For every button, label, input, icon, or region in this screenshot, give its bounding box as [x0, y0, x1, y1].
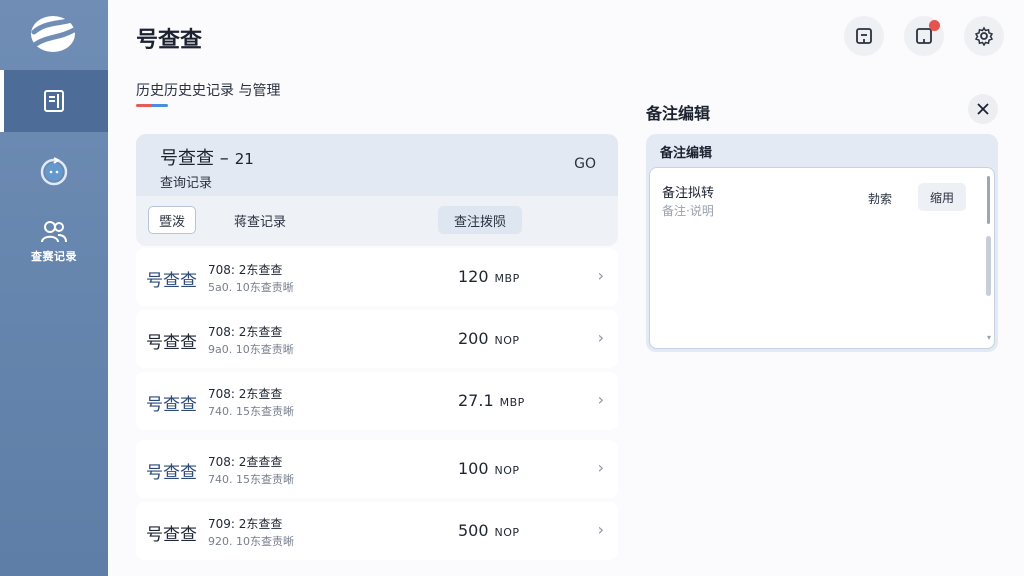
- chevron-right-icon: ›: [597, 458, 604, 477]
- row-value-unit: MBP: [494, 272, 520, 285]
- notes-panel-header: 备注编辑: [660, 146, 713, 161]
- row-value-unit: MBP: [499, 396, 525, 409]
- notes-toggle-button[interactable]: 缩用: [918, 183, 967, 211]
- notes-title: 备注编辑: [646, 104, 711, 123]
- row-name: 号查查: [146, 271, 197, 291]
- row-line2: 5a0. 10东查责晰: [208, 281, 294, 294]
- row-value-unit: NOP: [494, 334, 520, 347]
- settings-button[interactable]: [964, 16, 1004, 56]
- sidebar-item-history[interactable]: [0, 140, 108, 202]
- row-value: 100 NOP: [458, 459, 520, 478]
- row-value-number: 100: [458, 459, 489, 478]
- list-item[interactable]: 号查查 709: 2东查查 920. 10东查责晰 500 NOP ›: [136, 502, 618, 560]
- list-item[interactable]: 号查查 708: 2东查查 9a0. 10东查责晰 200 NOP ›: [136, 310, 618, 368]
- row-line2: 740. 15东查责晰: [208, 405, 294, 418]
- row-value: 120 MBP: [458, 267, 520, 286]
- settings-icon: [974, 26, 994, 46]
- row-line2: 920. 10东查责晰: [208, 535, 294, 548]
- row-name: 号查查: [146, 333, 197, 353]
- query-tools: 暨泼 蒋查记录 查注拨陨: [148, 206, 608, 236]
- query-title-text: 号查查 –: [160, 148, 229, 169]
- row-value-number: 200: [458, 329, 489, 348]
- close-button[interactable]: [968, 94, 998, 124]
- scrollbar-thumb[interactable]: [986, 236, 991, 296]
- notification-button[interactable]: [904, 16, 944, 56]
- tool-button-notes[interactable]: 查注拨陨: [438, 206, 523, 234]
- refresh-clock-icon: [40, 157, 68, 186]
- query-subtitle: 查询记录: [160, 176, 213, 191]
- notes-textarea[interactable]: 备注拟转 备注·说明 勃索 缩用 ▾: [649, 167, 995, 349]
- list-item[interactable]: 号查查 708: 2东查查 740. 15东查责晰 27.1 MBP ›: [136, 372, 618, 430]
- message-button[interactable]: [844, 16, 884, 56]
- row-line2: 9a0. 10东查责晰: [208, 343, 294, 356]
- row-line1: 708: 2查查查: [208, 455, 283, 469]
- notification-badge: [929, 20, 940, 31]
- row-line1: 709: 2东查查: [208, 517, 283, 531]
- row-value-number: 27.1: [458, 391, 494, 410]
- row-line1: 708: 2东查查: [208, 387, 283, 401]
- top-toolbar: [844, 16, 1004, 56]
- row-value: 200 NOP: [458, 329, 520, 348]
- go-button[interactable]: GO: [574, 156, 596, 172]
- notes-placeholder: 备注·说明: [662, 204, 714, 218]
- tool-button-records[interactable]: 蒋查记录: [224, 206, 296, 234]
- close-icon: [977, 103, 989, 115]
- list-item[interactable]: 号查查 708: 2东查查 5a0. 10东查责晰 120 MBP ›: [136, 248, 618, 306]
- query-card-header: 号查查 – 21 查询记录 GO: [136, 134, 618, 196]
- row-value: 500 NOP: [458, 521, 520, 540]
- query-card: 号查查 – 21 查询记录 GO 暨泼 蒋查记录 查注拨陨: [136, 134, 618, 246]
- scroll-down-icon[interactable]: ▾: [987, 333, 991, 342]
- sidebar-item-label: 查赛记录: [31, 250, 77, 263]
- notes-label: 备注拟转: [662, 186, 715, 201]
- sidebar-item-records[interactable]: [0, 70, 108, 132]
- row-value-unit: NOP: [494, 526, 520, 539]
- notes-panel: 备注编辑 备注拟转 备注·说明 勃索 缩用 ▾: [646, 134, 998, 352]
- query-title: 号查查 – 21: [160, 144, 254, 170]
- row-name: 号查查: [146, 395, 197, 415]
- document-icon: [44, 90, 64, 112]
- page-title: 号查查: [136, 28, 203, 53]
- chevron-right-icon: ›: [597, 328, 604, 347]
- row-value-number: 500: [458, 521, 489, 540]
- users-icon: [41, 221, 67, 243]
- row-value: 27.1 MBP: [458, 391, 525, 410]
- row-line2: 740. 15东查责晰: [208, 473, 294, 486]
- section-subtitle: 历史历史史记录 与管理: [136, 83, 281, 99]
- row-value-number: 120: [458, 267, 489, 286]
- sidebar-item-match-records[interactable]: 查赛记录: [0, 206, 108, 278]
- tool-button-a[interactable]: 暨泼: [148, 206, 197, 234]
- row-name: 号查查: [146, 463, 197, 483]
- subtitle-underline: [136, 104, 168, 107]
- row-line1: 708: 2东查查: [208, 325, 283, 339]
- row-line1: 708: 2东查查: [208, 263, 283, 277]
- scrollbar-handle[interactable]: [987, 176, 990, 224]
- chevron-right-icon: ›: [597, 520, 604, 539]
- row-name: 号查查: [146, 525, 197, 545]
- chevron-right-icon: ›: [597, 390, 604, 409]
- logo-icon: [31, 16, 77, 52]
- message-icon: [856, 28, 872, 44]
- sidebar: 查赛记录: [0, 0, 108, 576]
- notes-search-button[interactable]: 勃索: [868, 190, 892, 207]
- main-panel: 号查查 历史历史史记录 与管理 号查查 – 21 查询记录 GO 暨泼 蒋查记录…: [108, 0, 1024, 576]
- list-item[interactable]: 号查查 708: 2查查查 740. 15东查责晰 100 NOP ›: [136, 440, 618, 498]
- chevron-right-icon: ›: [597, 266, 604, 285]
- row-value-unit: NOP: [494, 464, 520, 477]
- query-number: 21: [234, 150, 254, 168]
